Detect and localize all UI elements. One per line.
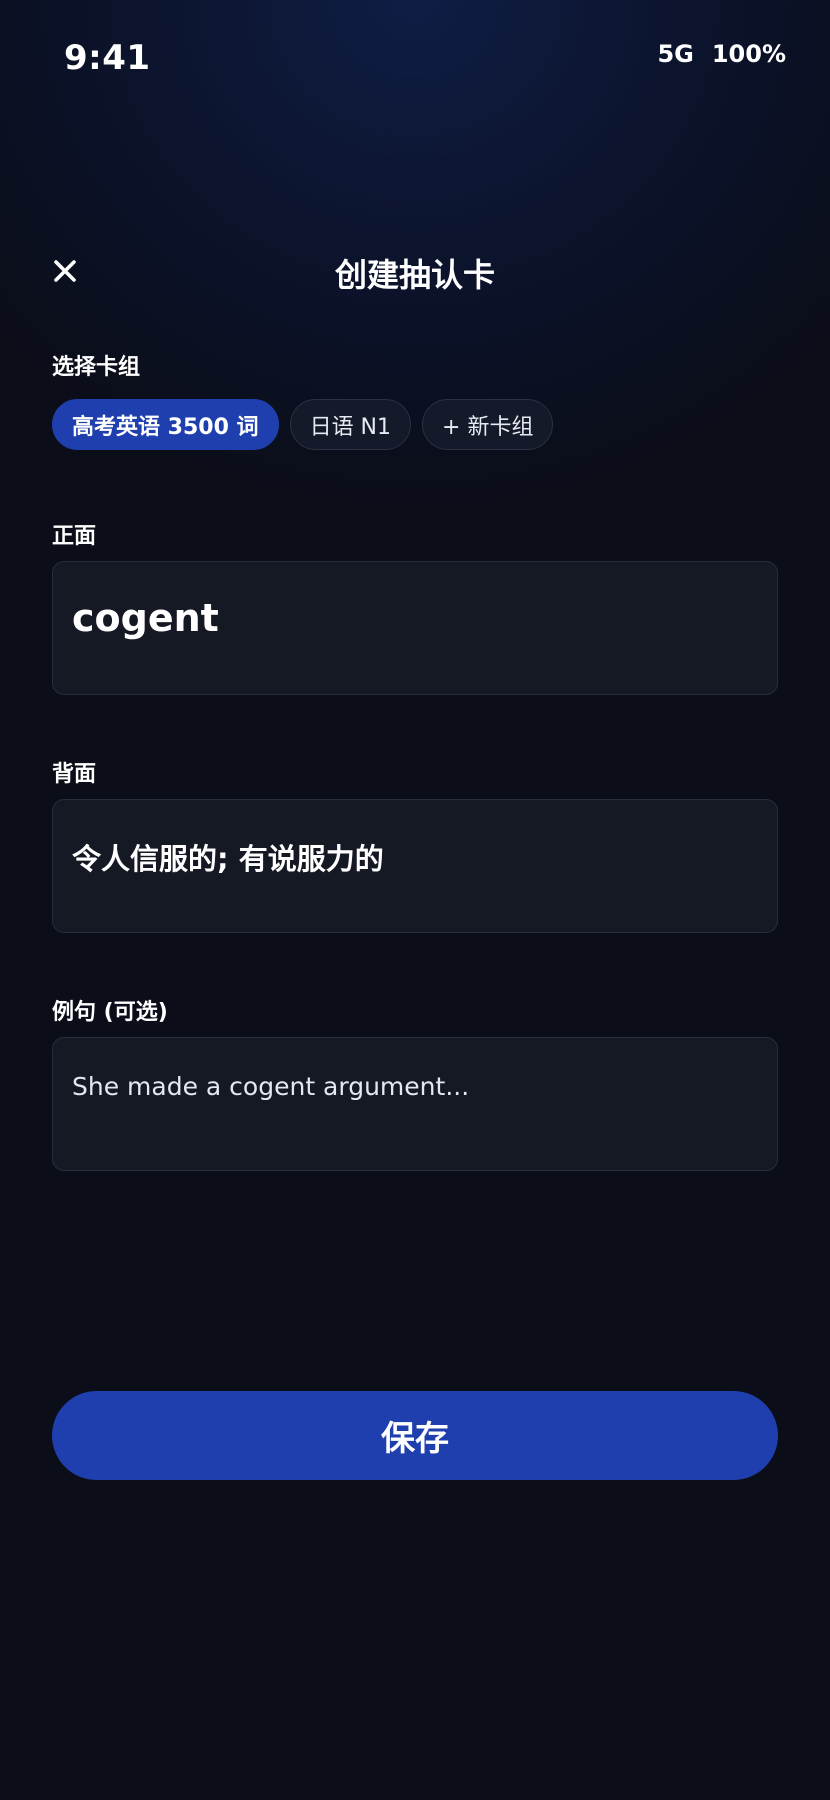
example-field[interactable]: She made a cogent argument...: [52, 1037, 778, 1171]
front-label: 正面: [52, 524, 97, 549]
page-title: 创建抽认卡: [334, 256, 495, 294]
deck-chip-gaokao-english[interactable]: 高考英语 3500 词: [52, 399, 279, 450]
deck-chip-japanese-n1[interactable]: 日语 N1: [289, 399, 412, 450]
save-button[interactable]: 保存: [52, 1391, 778, 1480]
deck-section-label: 选择卡组: [52, 355, 141, 380]
status-bar: 9:41 5G 100%: [0, 0, 830, 110]
new-deck-chip[interactable]: + 新卡组: [422, 399, 554, 450]
battery-indicator: 100%: [711, 40, 786, 68]
deck-chip-group: 高考英语 3500 词 日语 N1 + 新卡组: [52, 399, 554, 450]
status-time: 9:41: [64, 38, 151, 78]
back-field-value: 令人信服的; 有说服力的: [72, 842, 384, 876]
front-field[interactable]: cogent: [52, 561, 778, 695]
example-field-value: She made a cogent argument...: [72, 1072, 470, 1101]
status-indicators: 5G 100%: [657, 40, 786, 68]
front-field-value: cogent: [72, 596, 219, 640]
back-label: 背面: [52, 762, 97, 787]
example-label: 例句 (可选): [52, 1000, 168, 1025]
back-field[interactable]: 令人信服的; 有说服力的: [52, 799, 778, 933]
network-indicator: 5G: [657, 40, 694, 68]
screen: 9:41 5G 100% 创建抽认卡 选择卡组 高考英语 3500 词 日语 N…: [0, 0, 830, 1800]
